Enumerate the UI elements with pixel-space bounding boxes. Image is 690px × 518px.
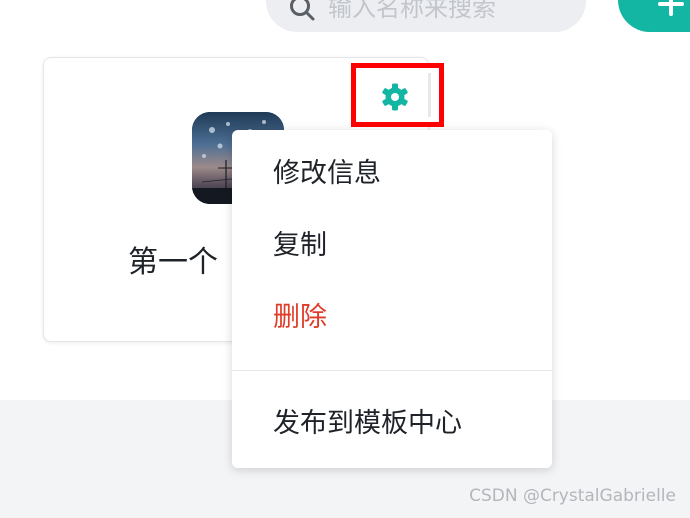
menu-item-publish-template[interactable]: 发布到模板中心 — [232, 395, 552, 453]
page: 输入名称来搜索 第一个 修改信息 复制 删除 发布到模板中心 CSDN @Cry… — [0, 0, 690, 518]
menu-item-edit-info[interactable]: 修改信息 — [232, 145, 552, 203]
divider — [428, 73, 431, 117]
app-name: 第一个 — [128, 245, 218, 280]
add-button[interactable] — [618, 0, 690, 32]
menu-item-delete[interactable]: 删除 — [232, 289, 552, 347]
search-input[interactable]: 输入名称来搜索 — [266, 0, 586, 32]
settings-dropdown-menu: 修改信息 复制 删除 发布到模板中心 — [232, 130, 552, 468]
settings-button[interactable] — [351, 63, 444, 127]
menu-divider — [232, 370, 552, 371]
plus-icon-vertical — [669, 0, 673, 16]
gear-icon — [382, 83, 408, 111]
search-placeholder: 输入名称来搜索 — [328, 0, 496, 22]
search-icon — [290, 0, 315, 21]
watermark: CSDN @CrystalGabrielle — [469, 486, 676, 506]
menu-item-copy[interactable]: 复制 — [232, 217, 552, 275]
